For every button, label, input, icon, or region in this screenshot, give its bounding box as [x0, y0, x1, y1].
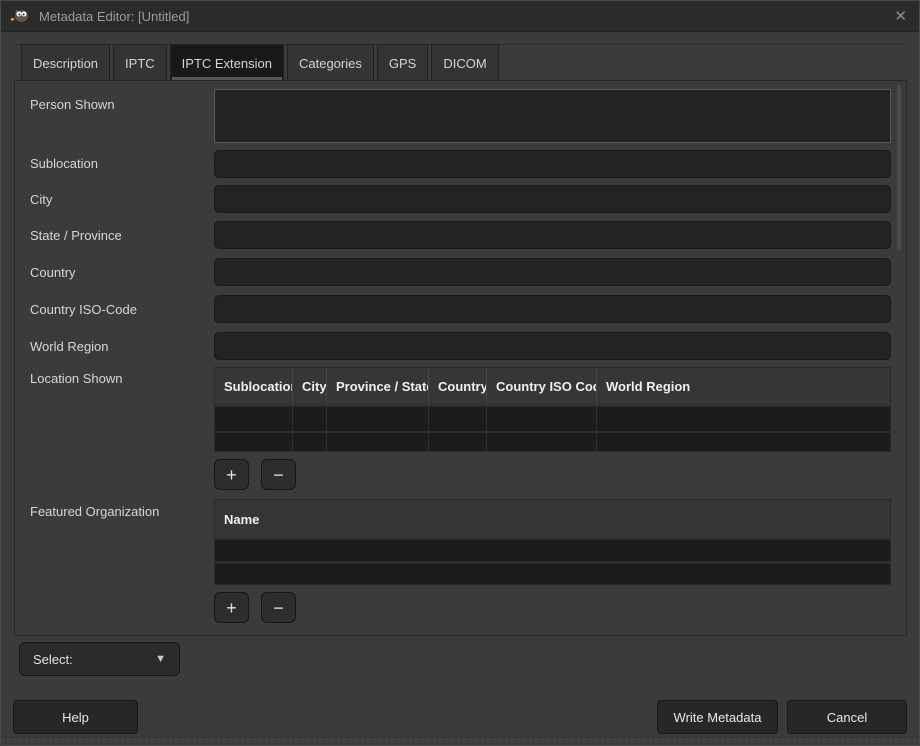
help-button-label: Help — [62, 710, 89, 725]
titlebar: Metadata Editor: [Untitled] ✕ — [1, 1, 919, 32]
add-row-button[interactable]: + — [214, 592, 249, 623]
table-cell[interactable] — [327, 407, 429, 431]
iptc-extension-page: Person Shown Sublocation City State / Pr… — [14, 80, 907, 636]
table-cell[interactable] — [487, 433, 597, 452]
table-cell[interactable] — [215, 540, 890, 561]
sublocation-input[interactable] — [214, 150, 891, 178]
world-region-input[interactable] — [214, 332, 891, 360]
location-shown-table-buttons: + − — [214, 459, 296, 490]
add-row-button[interactable]: + — [214, 459, 249, 490]
column-header-world-region[interactable]: World Region — [597, 368, 890, 405]
table-cell[interactable] — [215, 564, 890, 584]
table-row[interactable] — [215, 405, 890, 431]
tab-iptc-extension[interactable]: IPTC Extension — [170, 44, 284, 81]
table-cell[interactable] — [429, 433, 487, 452]
table-row[interactable] — [215, 431, 890, 452]
person-shown-label: Person Shown — [30, 97, 115, 112]
sublocation-label: Sublocation — [30, 156, 98, 171]
table-cell[interactable] — [215, 433, 293, 452]
country-iso-code-input[interactable] — [214, 295, 891, 323]
location-shown-table: Sublocation City Province / State Countr… — [214, 367, 891, 452]
gimp-wilber-icon — [10, 8, 30, 24]
column-header-name[interactable]: Name — [215, 500, 890, 538]
table-cell[interactable] — [429, 407, 487, 431]
featured-organization-table: Name — [214, 499, 891, 585]
tab-categories[interactable]: Categories — [287, 44, 374, 81]
write-metadata-button-label: Write Metadata — [674, 710, 762, 725]
column-header-sublocation[interactable]: Sublocation — [215, 368, 293, 405]
table-row[interactable] — [215, 538, 890, 561]
country-iso-code-label: Country ISO-Code — [30, 302, 137, 317]
column-header-country[interactable]: Country — [429, 368, 487, 405]
plus-icon: + — [226, 466, 237, 484]
scrollbar-thumb[interactable] — [897, 85, 901, 250]
tab-description[interactable]: Description — [21, 44, 110, 81]
select-dropdown-label: Select: — [33, 652, 73, 667]
table-cell[interactable] — [293, 433, 327, 452]
write-metadata-button[interactable]: Write Metadata — [657, 700, 778, 734]
country-label: Country — [30, 265, 76, 280]
tab-gps[interactable]: GPS — [377, 44, 428, 81]
cancel-button-label: Cancel — [827, 710, 867, 725]
remove-row-button[interactable]: − — [261, 459, 296, 490]
tab-dicom[interactable]: DICOM — [431, 44, 498, 81]
person-shown-textarea[interactable] — [214, 89, 891, 143]
state-province-label: State / Province — [30, 228, 122, 243]
table-cell[interactable] — [597, 407, 890, 431]
table-cell[interactable] — [327, 433, 429, 452]
vertical-scrollbar[interactable] — [897, 84, 901, 632]
table-cell[interactable] — [293, 407, 327, 431]
table-cell[interactable] — [215, 407, 293, 431]
select-dropdown[interactable]: Select: ▼ — [19, 642, 180, 676]
plus-icon: + — [226, 599, 237, 617]
city-input[interactable] — [214, 185, 891, 213]
remove-row-button[interactable]: − — [261, 592, 296, 623]
window-resize-grip[interactable] — [1, 737, 919, 745]
world-region-label: World Region — [30, 339, 109, 354]
table-cell[interactable] — [597, 433, 890, 452]
cancel-button[interactable]: Cancel — [787, 700, 907, 734]
featured-organization-table-header: Name — [215, 500, 890, 538]
location-shown-label: Location Shown — [30, 371, 123, 386]
country-input[interactable] — [214, 258, 891, 286]
close-icon[interactable]: ✕ — [894, 9, 907, 24]
tabbar: Description IPTC IPTC Extension Categori… — [21, 44, 499, 81]
column-header-province-state[interactable]: Province / State — [327, 368, 429, 405]
help-button[interactable]: Help — [13, 700, 138, 734]
location-shown-table-header: Sublocation City Province / State Countr… — [215, 368, 890, 405]
table-cell[interactable] — [487, 407, 597, 431]
tab-iptc[interactable]: IPTC — [113, 44, 167, 81]
state-province-input[interactable] — [214, 221, 891, 249]
table-row[interactable] — [215, 561, 890, 584]
window-title: Metadata Editor: [Untitled] — [39, 9, 189, 24]
city-label: City — [30, 192, 52, 207]
metadata-editor-window: Metadata Editor: [Untitled] ✕ Descriptio… — [0, 0, 920, 746]
featured-organization-label: Featured Organization — [30, 504, 159, 519]
minus-icon: − — [273, 466, 284, 484]
chevron-down-icon: ▼ — [155, 653, 166, 665]
column-header-country-iso-code[interactable]: Country ISO Code — [487, 368, 597, 405]
column-header-city[interactable]: City — [293, 368, 327, 405]
featured-organization-table-buttons: + − — [214, 592, 296, 623]
minus-icon: − — [273, 599, 284, 617]
